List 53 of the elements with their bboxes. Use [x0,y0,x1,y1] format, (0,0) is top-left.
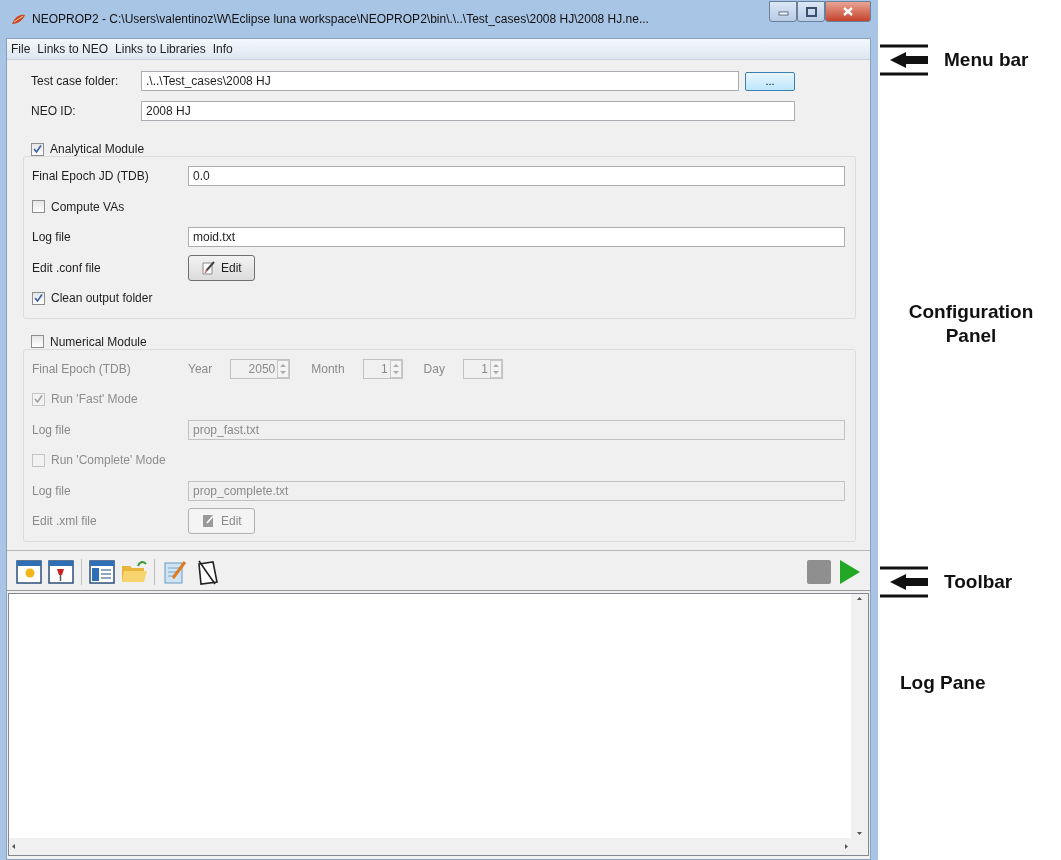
checkbox-label: Run 'Complete' Mode [51,453,166,468]
right-arrow-icon[interactable] [842,842,851,851]
edit-icon [201,259,215,276]
stop-button[interactable] [806,557,832,586]
window-icon[interactable] [15,557,43,586]
field-label: Log file [32,230,72,245]
list-window-icon[interactable] [88,557,116,586]
text-field[interactable]: 0.0 [188,166,845,187]
horizontal-scrollbar[interactable] [9,838,851,855]
maximize-button[interactable] [797,1,825,22]
edit-icon [201,513,215,530]
field-label: Log file [32,422,72,437]
edit-button[interactable]: Edit [188,254,255,281]
text-field[interactable]: .\..\Test_cases\2008 HJ [141,71,739,91]
checkbox-label: Run 'Fast' Mode [51,392,138,407]
annotation-label: Menu bar [944,49,1029,71]
left-arrow-icon[interactable] [9,842,18,851]
window-title: NEOPROP2 - C:\Users\valentinoz\W\Eclipse luna workspace\NEOPROP2\bin\.\..\Test_cases\2008 HJ\2008 HJ.ne... [32,12,649,26]
checkbox-label: Analytical Module [50,142,145,156]
text-field[interactable]: moid.txt [188,227,845,248]
vertical-scrollbar[interactable] [851,593,868,838]
annotation-label: Configuration Panel [907,300,1035,348]
menu-item[interactable]: File [11,42,31,56]
text-field[interactable]: 2008 HJ [141,101,795,121]
field-label: Log file [32,483,72,498]
checkbox-label: Clean output folder [51,291,153,306]
field-label: Final Epoch JD (TDB) [32,169,150,184]
close-button[interactable] [825,1,871,22]
maximize-icon [805,6,817,17]
checkbox-label: Numerical Module [50,334,147,349]
checkbox-label: Compute VAs [51,199,125,214]
browse-button[interactable]: ... [745,71,795,91]
field-label: Edit .xml file [32,514,98,529]
close-icon [842,6,854,17]
spinner-label: Year [188,361,213,376]
annotation-label: Log Pane [900,672,986,694]
menu-item[interactable]: Links to NEO [37,42,109,56]
minimize-button[interactable] [769,1,797,22]
annotation-label: Toolbar [944,571,1013,593]
field-label: Edit .conf file [32,260,102,275]
field-label: Test case folder: [30,74,120,88]
spinner-label: Day [423,361,445,376]
spinner-label: Month [311,361,345,376]
checkbox[interactable] [32,200,45,214]
menu-item[interactable]: Info [212,42,233,56]
app-icon [10,12,26,26]
checkbox[interactable] [32,291,45,305]
checkbox[interactable] [31,142,44,156]
field-label: Final Epoch (TDB) [32,361,132,376]
pin-icon[interactable] [47,557,75,586]
field-label: NEO ID: [30,104,77,118]
down-arrow-icon[interactable] [855,829,864,838]
menu-item[interactable]: Links to Libraries [115,42,206,56]
